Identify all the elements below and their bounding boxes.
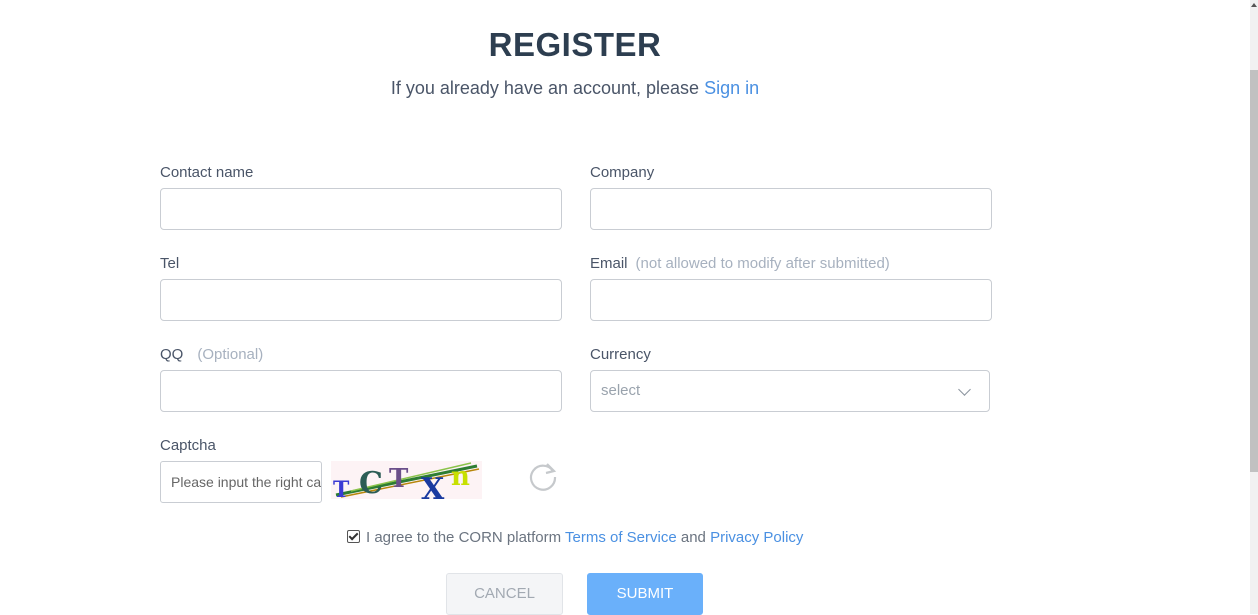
tel-label: Tel [160, 255, 180, 272]
svg-text:T: T [333, 477, 350, 499]
agreement-checkbox[interactable] [347, 529, 360, 543]
contact-name-input[interactable] [160, 188, 562, 230]
cancel-button[interactable]: CANCEL [446, 573, 563, 615]
email-label-text: Email [590, 255, 628, 272]
page-subtitle: If you already have an account, please S… [0, 78, 1150, 99]
sign-in-link[interactable]: Sign in [704, 78, 759, 98]
subtitle-text: If you already have an account, please [390, 78, 705, 98]
company-label: Company [590, 164, 655, 181]
submit-button[interactable]: SUBMIT [587, 573, 703, 615]
captcha-label: Captcha [160, 437, 216, 454]
scroll-thumb[interactable] [1250, 70, 1258, 472]
scroll-up-icon[interactable] [1251, 3, 1257, 7]
qq-hint: (Optional) [197, 346, 264, 363]
agreement-text: I agree to the CORN platform [366, 529, 565, 546]
contact-name-label: Contact name [160, 164, 254, 181]
chevron-down-icon [958, 383, 971, 396]
captcha-image[interactable]: T C T X n [331, 461, 482, 499]
privacy-policy-link[interactable]: Privacy Policy [710, 529, 803, 546]
currency-select[interactable]: select [590, 370, 990, 412]
email-label: Email (not allowed to modify after submit… [590, 255, 890, 272]
svg-text:C: C [359, 466, 383, 499]
currency-select-value: select [601, 382, 641, 399]
tel-input[interactable] [160, 279, 562, 321]
svg-text:n: n [451, 462, 470, 492]
svg-text:T: T [389, 464, 409, 494]
svg-text:X: X [421, 472, 445, 499]
qq-label-text: QQ [160, 346, 184, 363]
qq-label: QQ (Optional) [160, 346, 263, 363]
page-scrollbar[interactable] [1250, 0, 1258, 614]
agreement-and: and [676, 529, 711, 546]
company-input[interactable] [590, 188, 992, 230]
currency-label: Currency [590, 346, 651, 363]
email-hint: (not allowed to modify after submitted) [635, 255, 890, 272]
captcha-placeholder: Please input the right captcha [171, 474, 322, 490]
agreement-row: I agree to the CORN platform Terms of Se… [347, 529, 803, 546]
captcha-input[interactable]: Please input the right captcha [160, 461, 322, 503]
qq-input[interactable] [160, 370, 562, 412]
refresh-icon[interactable] [529, 461, 559, 491]
email-input[interactable] [590, 279, 992, 321]
terms-of-service-link[interactable]: Terms of Service [565, 529, 677, 546]
page-title: REGISTER [488, 26, 662, 63]
